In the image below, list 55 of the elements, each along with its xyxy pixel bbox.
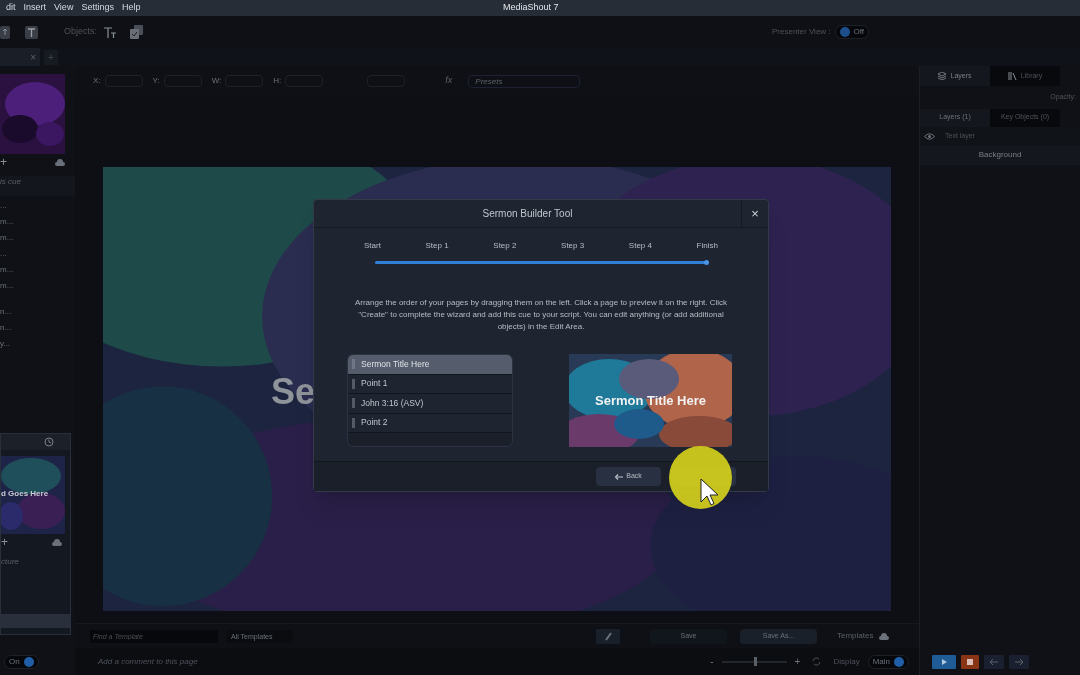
close-icon[interactable]: ×	[30, 49, 36, 65]
copy-icon[interactable]	[130, 25, 143, 39]
brush-button[interactable]	[596, 628, 620, 644]
list-item[interactable]: m...	[0, 216, 75, 232]
list-item[interactable]: m...	[0, 280, 75, 296]
list-item[interactable]: n...	[0, 306, 75, 322]
layers-icon	[938, 72, 947, 80]
objects-label: Objects:	[64, 25, 97, 39]
field-label: H:	[273, 75, 282, 87]
stop-button[interactable]	[961, 654, 979, 669]
cloud-icon[interactable]	[879, 632, 890, 640]
add-icon[interactable]: +	[1, 536, 8, 548]
field-label: W:	[211, 75, 222, 87]
zoom-in-icon[interactable]: +	[794, 654, 801, 669]
books-icon	[1007, 72, 1017, 80]
formula-icon[interactable]: fx	[445, 74, 453, 88]
add-icon[interactable]: +	[0, 156, 7, 168]
field-label: Y:	[152, 75, 160, 87]
cue-label: cture	[1, 556, 20, 568]
templates-label: Templates	[837, 630, 874, 642]
text-icon[interactable]	[103, 25, 116, 39]
list-item[interactable]: m...	[0, 264, 75, 280]
slide-text: d Goes Here	[1, 488, 49, 500]
list-item[interactable]: ...	[0, 248, 75, 264]
document-tab[interactable]: ×	[0, 48, 40, 66]
toggle-switch[interactable]: On	[4, 655, 39, 669]
cue-card[interactable]: d Goes Here + cture	[0, 433, 71, 635]
list-item[interactable]: n...	[0, 322, 75, 338]
list-item[interactable]: ...	[0, 200, 75, 216]
menu-item[interactable]: View	[50, 1, 78, 15]
refresh-icon[interactable]	[812, 657, 822, 666]
menu-item[interactable]: Help	[117, 1, 145, 15]
presets-dropdown[interactable]: Presets	[468, 74, 581, 88]
play-button[interactable]	[932, 654, 956, 669]
toggle-switch[interactable]: Main	[867, 654, 909, 669]
menu-item[interactable]: Insert	[19, 1, 51, 15]
display-label: Display	[833, 655, 860, 668]
window-title: MediaShout 7	[503, 1, 559, 15]
list-item[interactable]: m...	[0, 232, 75, 248]
field-label: X:	[93, 75, 101, 87]
next-button[interactable]	[1009, 654, 1029, 669]
menu-item[interactable]: dit	[2, 1, 20, 15]
list-item[interactable]: y...	[0, 338, 75, 354]
slider-thumb[interactable]	[754, 656, 758, 666]
text-box-icon[interactable]	[25, 25, 38, 39]
cloud-icon[interactable]	[52, 538, 62, 546]
cloud-icon[interactable]	[55, 158, 65, 166]
upload-icon[interactable]	[0, 25, 12, 39]
eye-icon[interactable]	[924, 132, 935, 140]
toggle-switch[interactable]: Off	[834, 25, 870, 39]
presenter-view-label: Presenter View :	[772, 26, 831, 38]
zoom-out-icon[interactable]: -	[710, 654, 714, 669]
clock-icon	[44, 437, 54, 447]
previous-button[interactable]	[984, 654, 1004, 669]
menu-item[interactable]: Settings	[77, 1, 118, 15]
